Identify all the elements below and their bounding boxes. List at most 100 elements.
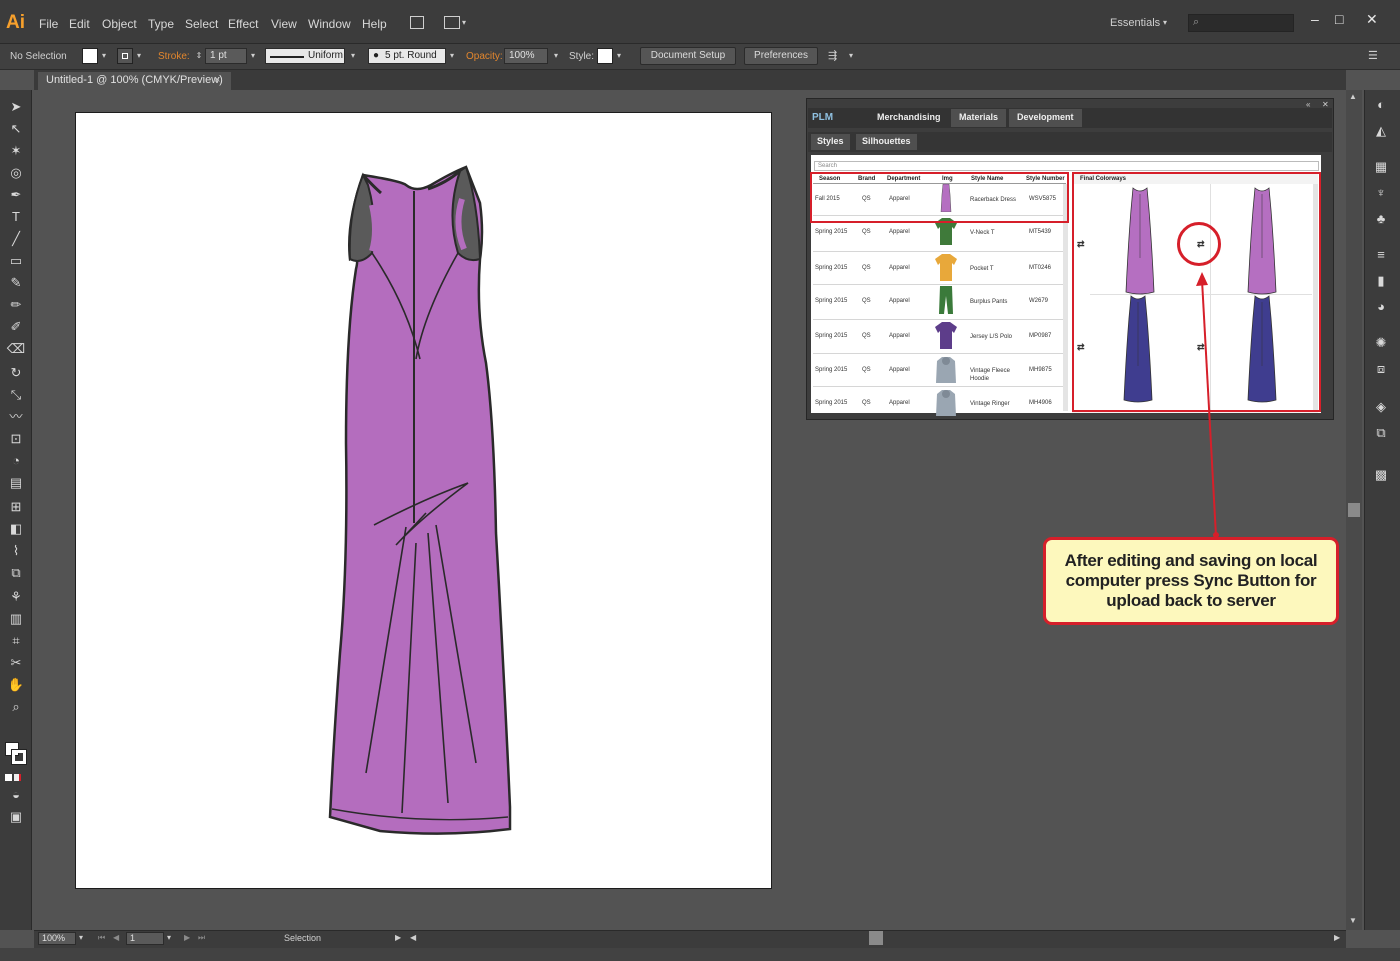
bridge-icon[interactable] xyxy=(410,16,424,29)
slice-icon[interactable]: ✂ xyxy=(6,654,26,672)
style-thumbnail[interactable] xyxy=(934,355,958,383)
style-thumbnail[interactable] xyxy=(934,321,958,349)
stroke-label[interactable]: Stroke: xyxy=(158,51,190,62)
transparency-icon[interactable]: ◕ xyxy=(1371,298,1391,316)
pen-icon[interactable]: ✒ xyxy=(6,186,26,204)
stroke-weight-field[interactable]: 1 pt xyxy=(205,48,247,64)
zoom-level-field[interactable]: 100% xyxy=(38,932,76,945)
style-dropdown-icon[interactable]: ▾ xyxy=(614,48,624,64)
screen-mode-icon[interactable]: ▣ xyxy=(6,808,26,826)
next-artboard-icon[interactable]: ▶ xyxy=(184,933,190,942)
menu-type[interactable]: Type xyxy=(148,17,174,31)
artboard-number-field[interactable]: 1 xyxy=(126,932,164,945)
close-button[interactable]: ✕ xyxy=(1366,11,1378,28)
artboard[interactable] xyxy=(75,112,772,889)
profile-dropdown-icon[interactable]: ▾ xyxy=(348,48,358,64)
align-options-icon[interactable]: ⇶ xyxy=(828,49,837,62)
color-guide-icon[interactable]: ◭ xyxy=(1371,122,1391,140)
prev-artboard-icon[interactable]: ◀ xyxy=(113,933,119,942)
close-tab-icon[interactable]: × xyxy=(214,74,220,86)
last-artboard-icon[interactable]: ⏭ xyxy=(198,933,205,943)
align-dropdown-icon[interactable]: ▾ xyxy=(846,48,856,64)
tab-materials[interactable]: Materials xyxy=(951,109,1007,127)
blob-brush-icon[interactable]: ✐ xyxy=(6,318,26,336)
paintbrush-icon[interactable]: ✎ xyxy=(6,274,26,292)
variable-width-profile[interactable]: Uniform xyxy=(265,48,345,64)
gradient-icon[interactable]: ◧ xyxy=(6,520,26,538)
type-icon[interactable]: T xyxy=(6,208,26,226)
scroll-left-icon[interactable]: ◀ xyxy=(410,933,416,942)
free-transform-icon[interactable]: ⊡ xyxy=(6,430,26,448)
opacity-dropdown-icon[interactable]: ▾ xyxy=(551,48,561,64)
menu-edit[interactable]: Edit xyxy=(69,17,90,31)
dress-sketch[interactable] xyxy=(76,113,773,890)
tab-silhouettes[interactable]: Silhouettes xyxy=(856,134,917,150)
color-panel-icon[interactable]: ◐ xyxy=(1371,96,1391,114)
vertical-scroll-thumb[interactable] xyxy=(1348,503,1360,517)
pencil-icon[interactable]: ✏ xyxy=(6,296,26,314)
graphic-styles-icon[interactable]: ⧈ xyxy=(1371,360,1391,378)
minimize-button[interactable]: – xyxy=(1311,11,1319,27)
stroke-color-icon[interactable] xyxy=(11,749,27,765)
status-tool-label[interactable]: Selection xyxy=(284,933,321,943)
help-search-input[interactable]: ⌕ xyxy=(1188,14,1294,32)
graphic-style-swatch[interactable] xyxy=(597,48,613,64)
appearance-icon[interactable]: ✺ xyxy=(1371,334,1391,352)
document-setup-button[interactable]: Document Setup xyxy=(640,47,736,65)
menu-help[interactable]: Help xyxy=(362,17,387,31)
lasso-icon[interactable]: ◎ xyxy=(6,164,26,182)
status-menu-icon[interactable]: ▶ xyxy=(395,933,401,942)
selection-tool-icon[interactable]: ➤ xyxy=(6,98,26,116)
menu-effect[interactable]: Effect xyxy=(228,17,258,31)
rectangle-icon[interactable]: ▭ xyxy=(6,252,26,270)
brush-definition[interactable]: ● 5 pt. Round xyxy=(368,48,446,64)
symbol-sprayer-icon[interactable]: ⚘ xyxy=(6,588,26,606)
workspace-dropdown-icon[interactable]: ▾ xyxy=(1163,18,1167,27)
warp-icon[interactable]: 〰 xyxy=(6,408,26,426)
scale-icon[interactable]: ⤡ xyxy=(6,386,26,404)
tab-merchandising[interactable]: Merchandising xyxy=(869,109,949,127)
hand-icon[interactable]: ✋ xyxy=(6,676,26,694)
tab-styles[interactable]: Styles xyxy=(811,134,850,150)
tab-development[interactable]: Development xyxy=(1009,109,1082,127)
none-mode-icon[interactable] xyxy=(14,774,21,781)
swatches-icon[interactable]: ▦ xyxy=(1371,158,1391,176)
scroll-down-icon[interactable]: ▼ xyxy=(1349,916,1357,925)
opacity-label[interactable]: Opacity: xyxy=(466,51,503,62)
style-thumbnail[interactable] xyxy=(934,286,958,314)
graph-icon[interactable]: ▥ xyxy=(6,610,26,628)
stroke-swatch[interactable] xyxy=(117,48,133,64)
color-mode-icon[interactable] xyxy=(5,774,12,781)
scroll-up-icon[interactable]: ▲ xyxy=(1349,92,1357,101)
menu-file[interactable]: File xyxy=(39,17,58,31)
layers-icon[interactable]: ◈ xyxy=(1371,398,1391,416)
artboard-icon[interactable]: ⌗ xyxy=(6,632,26,650)
stroke-dropdown-icon[interactable]: ▾ xyxy=(134,48,144,64)
fill-dropdown-icon[interactable]: ▾ xyxy=(99,48,109,64)
preferences-button[interactable]: Preferences xyxy=(744,47,818,65)
stroke-panel-icon[interactable]: ≡ xyxy=(1371,246,1391,264)
magic-wand-icon[interactable]: ✶ xyxy=(6,142,26,160)
plm-panel-icon[interactable]: ▩ xyxy=(1371,466,1391,484)
scroll-right-icon[interactable]: ▶ xyxy=(1334,933,1340,942)
style-thumbnail[interactable] xyxy=(934,388,958,416)
mesh-icon[interactable]: ⊞ xyxy=(6,498,26,516)
zoom-dropdown-icon[interactable]: ▾ xyxy=(79,933,83,942)
horizontal-scroll-thumb[interactable] xyxy=(869,931,883,945)
arrange-dropdown-icon[interactable]: ▾ xyxy=(462,18,466,27)
eyedropper-icon[interactable]: ⌇ xyxy=(6,542,26,560)
arrange-documents-icon[interactable] xyxy=(444,16,460,29)
stroke-stepper-icon[interactable]: ⇕ xyxy=(194,48,204,64)
eraser-icon[interactable]: ⌫ xyxy=(6,340,26,358)
plm-search-input[interactable]: Search xyxy=(814,161,1319,171)
zoom-icon[interactable]: ⌕ xyxy=(6,698,26,716)
perspective-icon[interactable]: ▤ xyxy=(6,474,26,492)
artboard-dropdown-icon[interactable]: ▾ xyxy=(167,933,171,942)
symbols-icon[interactable]: ♣ xyxy=(1371,210,1391,228)
menu-window[interactable]: Window xyxy=(308,17,351,31)
menu-view[interactable]: View xyxy=(271,17,297,31)
first-artboard-icon[interactable]: ⏮ xyxy=(98,933,105,943)
stroke-weight-dropdown-icon[interactable]: ▾ xyxy=(248,48,258,64)
opacity-field[interactable]: 100% xyxy=(504,48,548,64)
direct-selection-icon[interactable]: ↖ xyxy=(6,120,26,138)
